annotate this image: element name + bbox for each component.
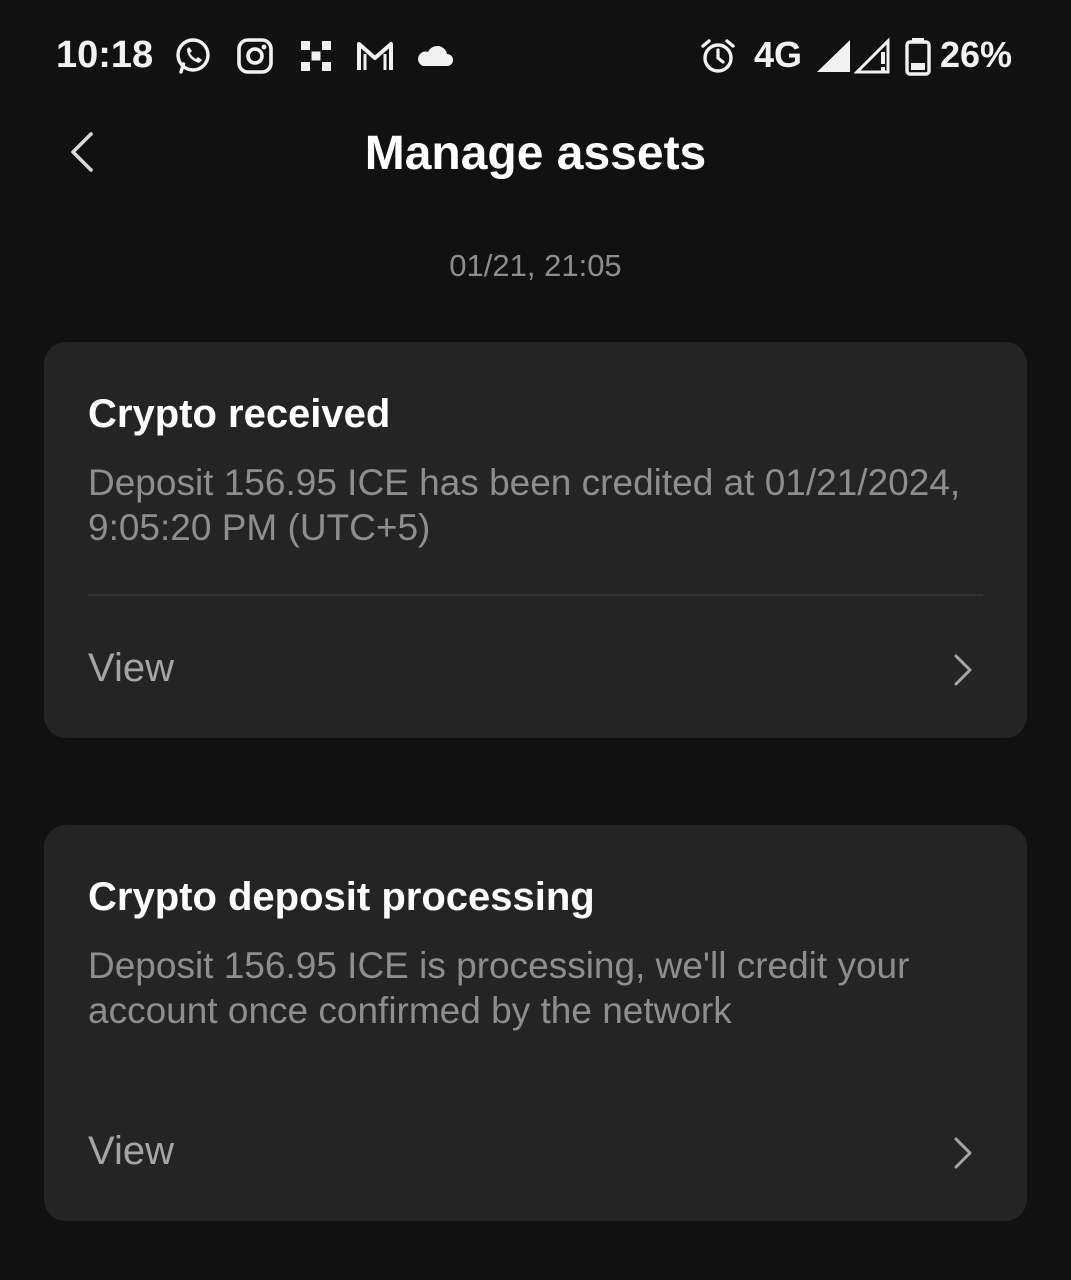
gmail-icon [355, 36, 395, 76]
status-time: 10:18 [56, 34, 154, 76]
chevron-right-icon [951, 1135, 975, 1171]
notification-card: Crypto received Deposit 156.95 ICE has b… [44, 342, 1027, 738]
battery-percent: 26% [940, 34, 1013, 75]
status-bar: 10:18 4G 26% [0, 0, 1071, 112]
notification-title: Crypto deposit processing [88, 875, 595, 919]
view-label: View [88, 1129, 174, 1173]
battery-icon [903, 36, 933, 76]
alarm-icon [698, 36, 738, 76]
notification-timestamp: 01/21, 21:05 [449, 248, 622, 283]
notification-card: Crypto deposit processing Deposit 156.95… [44, 825, 1027, 1221]
cloud-icon [415, 36, 455, 76]
whatsapp-icon [173, 36, 213, 76]
page-title: Manage assets [364, 127, 707, 180]
signal-alert-icon [854, 36, 894, 76]
view-button[interactable]: View [44, 612, 1027, 722]
network-type: 4G [754, 34, 803, 75]
chevron-right-icon [951, 652, 975, 688]
view-label: View [88, 646, 174, 690]
view-button[interactable]: View [44, 1095, 1027, 1205]
notification-body: Deposit 156.95 ICE is processing, we'll … [88, 945, 910, 1031]
okx-icon [296, 36, 336, 76]
notification-body: Deposit 156.95 ICE has been credited at … [88, 462, 961, 548]
signal-icon [814, 36, 854, 76]
instagram-icon [235, 36, 275, 76]
divider [88, 594, 983, 596]
notification-title: Crypto received [88, 392, 391, 436]
header: Manage assets [0, 112, 1071, 202]
